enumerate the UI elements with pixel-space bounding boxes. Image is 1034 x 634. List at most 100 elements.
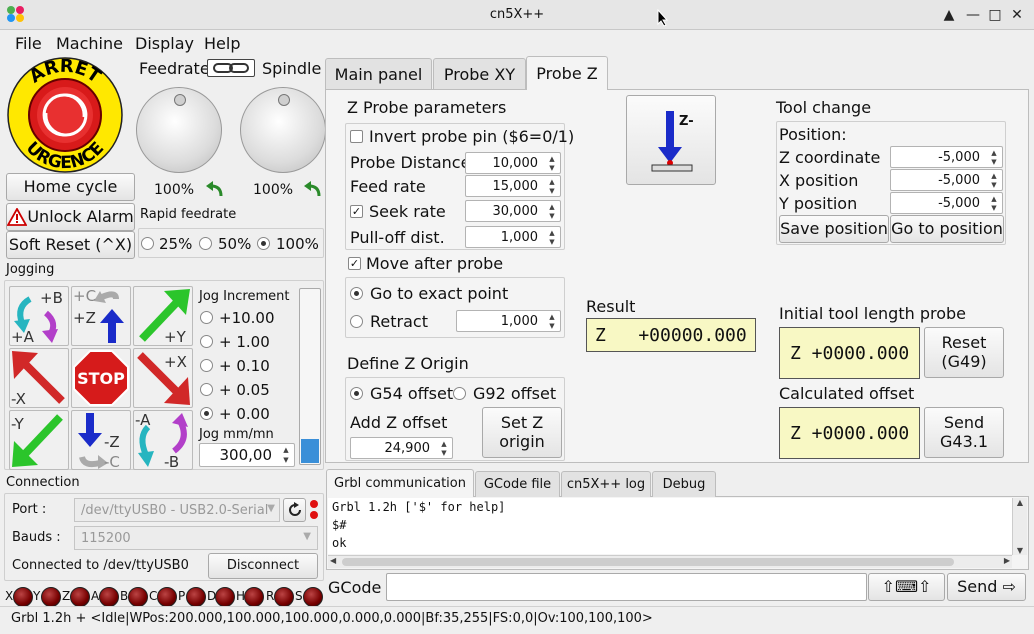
bauds-select[interactable]: 115200 ▼ xyxy=(74,526,318,550)
z-coordinate-input[interactable]: -5,000 ▲ ▼ xyxy=(890,146,1003,168)
soft-reset-button[interactable]: Soft Reset (^X) xyxy=(6,231,135,259)
spindle-reset-icon[interactable] xyxy=(302,180,322,202)
jog-minus-a-minus-b-button[interactable]: -A -B xyxy=(133,410,193,471)
disconnect-button[interactable]: Disconnect xyxy=(208,553,318,579)
jog-speed-slider[interactable] xyxy=(299,288,321,465)
save-position-button[interactable]: Save position xyxy=(779,215,889,243)
console-vertical-scrollbar[interactable]: ▲ ▼ xyxy=(1012,498,1027,555)
result-label: Result xyxy=(586,297,636,316)
add-z-offset-input[interactable]: 24,900 ▲ ▼ xyxy=(350,437,453,459)
tab-gcode-file[interactable]: GCode file xyxy=(475,471,560,497)
spin-arrows-icon[interactable]: ▲ ▼ xyxy=(988,194,1000,212)
g54-radio[interactable] xyxy=(350,387,363,400)
go-to-position-button[interactable]: Go to position xyxy=(890,215,1004,243)
exact-point-radio[interactable] xyxy=(350,287,363,300)
g92-label: G92 offset xyxy=(473,384,557,403)
scroll-up-icon[interactable]: ▲ xyxy=(1013,498,1027,507)
menu-help[interactable]: Help xyxy=(204,34,240,53)
console-output[interactable]: Grbl 1.2h ['$' for help] $# ok xyxy=(328,498,1012,554)
z-probe-params-title: Z Probe parameters xyxy=(347,98,507,117)
spin-arrows-icon[interactable]: ▲ ▼ xyxy=(280,445,292,465)
retract-input[interactable]: 1,000 ▲ ▼ xyxy=(456,310,561,332)
reset-g49-button[interactable]: Reset (G49) xyxy=(924,327,1004,378)
jog-minus-z-minus-c-button[interactable]: -Z -C xyxy=(71,410,131,471)
rapid-100-radio[interactable] xyxy=(257,237,270,250)
spin-arrows-icon[interactable]: ▲ ▼ xyxy=(988,171,1000,189)
spin-arrows-icon[interactable]: ▲ ▼ xyxy=(438,439,450,457)
seek-rate-checkbox[interactable]: ✓ xyxy=(350,205,363,218)
move-after-probe-checkbox[interactable]: ✓ xyxy=(348,257,361,270)
console-horizontal-scrollbar[interactable]: ◀ ▶ xyxy=(328,555,1012,568)
gcode-input[interactable] xyxy=(386,573,867,601)
menu-display[interactable]: Display xyxy=(135,34,194,53)
rapid-50-radio[interactable] xyxy=(199,237,212,250)
link-icon[interactable] xyxy=(207,59,255,77)
send-g43-button[interactable]: Send G43.1 xyxy=(924,407,1004,458)
jog-stop-text: STOP xyxy=(77,369,125,388)
spin-arrows-icon[interactable]: ▲ ▼ xyxy=(546,177,558,195)
virtual-keyboard-button[interactable]: ⇧⌨⇧ xyxy=(868,573,945,601)
increment-0-05-radio[interactable] xyxy=(200,383,213,396)
home-cycle-button[interactable]: Home cycle xyxy=(6,173,135,201)
feedrate-reset-icon[interactable] xyxy=(204,180,224,202)
g92-radio[interactable] xyxy=(453,387,466,400)
spindle-dial[interactable] xyxy=(240,87,326,173)
jog-plus-b-plus-a-button[interactable]: +B +A xyxy=(9,286,69,346)
rapid-25-radio[interactable] xyxy=(141,237,154,250)
led-d xyxy=(215,587,235,607)
jog-plus-y-button[interactable]: +Y xyxy=(133,286,193,346)
increment-0-10-radio[interactable] xyxy=(200,359,213,372)
pulloff-input[interactable]: 1,000 ▲ ▼ xyxy=(465,226,561,248)
tab-grbl-communication[interactable]: Grbl communication xyxy=(326,469,474,497)
tab-probe-z[interactable]: Probe Z xyxy=(526,56,608,90)
emergency-stop-button[interactable]: ARRET URGENCE xyxy=(6,56,124,173)
set-z-origin-button[interactable]: Set Z origin xyxy=(482,407,562,458)
scroll-left-icon[interactable]: ◀ xyxy=(330,556,336,565)
menu-file[interactable]: File xyxy=(15,34,42,53)
window-keep-above-icon[interactable]: ▲ xyxy=(940,6,958,24)
jog-minus-x-button[interactable]: -X xyxy=(9,348,69,408)
probe-distance-input[interactable]: 10,000 ▲ ▼ xyxy=(465,152,561,174)
jog-plus-x-button[interactable]: +X xyxy=(133,348,193,408)
jog-minus-y-button[interactable]: -Y xyxy=(9,410,69,470)
feed-rate-input[interactable]: 15,000 ▲ ▼ xyxy=(465,175,561,197)
y-position-input[interactable]: -5,000 ▲ ▼ xyxy=(890,192,1003,214)
tab-main-panel[interactable]: Main panel xyxy=(325,58,432,89)
jogging-label: Jogging xyxy=(6,262,55,277)
scrollbar-thumb[interactable] xyxy=(342,558,954,566)
increment-10-radio[interactable] xyxy=(200,311,213,324)
scroll-right-icon[interactable]: ▶ xyxy=(1004,556,1010,565)
send-gcode-button[interactable]: Send ⇨ xyxy=(947,573,1026,601)
retract-radio[interactable] xyxy=(350,315,363,328)
x-position-input[interactable]: -5,000 ▲ ▼ xyxy=(890,169,1003,191)
window-maximize-icon[interactable]: □ xyxy=(986,6,1004,24)
seek-rate-input[interactable]: 30,000 ▲ ▼ xyxy=(465,200,561,222)
tab-cn5x-log[interactable]: cn5X++ log xyxy=(561,471,651,497)
jog-speed-input[interactable]: 300,00 ▲ ▼ xyxy=(199,443,295,467)
spin-arrows-icon[interactable]: ▲ ▼ xyxy=(988,148,1000,166)
calculated-offset-display: Z +0000.000 xyxy=(779,407,920,459)
console-line: $# xyxy=(332,518,347,532)
jog-stop-button[interactable]: STOP xyxy=(71,348,131,408)
window-close-icon[interactable]: ✕ xyxy=(1008,6,1026,24)
led-a xyxy=(99,587,119,607)
jog-plus-c-plus-z-button[interactable]: +C +Z xyxy=(71,286,131,346)
refresh-ports-button[interactable] xyxy=(283,498,306,522)
spin-arrows-icon[interactable]: ▲ ▼ xyxy=(546,202,558,220)
port-select[interactable]: /dev/ttyUSB0 - USB2.0-Serial ▼ xyxy=(74,498,280,522)
tab-probe-xy[interactable]: Probe XY xyxy=(433,58,526,89)
increment-1-radio[interactable] xyxy=(200,335,213,348)
spin-arrows-icon[interactable]: ▲ ▼ xyxy=(546,154,558,172)
spin-arrows-icon[interactable]: ▲ ▼ xyxy=(546,312,558,330)
scroll-down-icon[interactable]: ▼ xyxy=(1013,546,1027,555)
feedrate-dial[interactable] xyxy=(136,87,222,173)
menu-machine[interactable]: Machine xyxy=(56,34,123,53)
unlock-alarm-button[interactable]: Unlock Alarm xyxy=(6,203,135,231)
window-minimize-icon[interactable]: — xyxy=(964,6,982,24)
tab-debug[interactable]: Debug xyxy=(652,471,716,497)
increment-0-00-radio[interactable] xyxy=(200,407,213,420)
invert-probe-checkbox[interactable] xyxy=(350,130,363,143)
seek-rate-value: 30,000 xyxy=(492,203,539,219)
probe-z-start-button[interactable]: Z- xyxy=(626,95,716,185)
spin-arrows-icon[interactable]: ▲ ▼ xyxy=(546,228,558,246)
